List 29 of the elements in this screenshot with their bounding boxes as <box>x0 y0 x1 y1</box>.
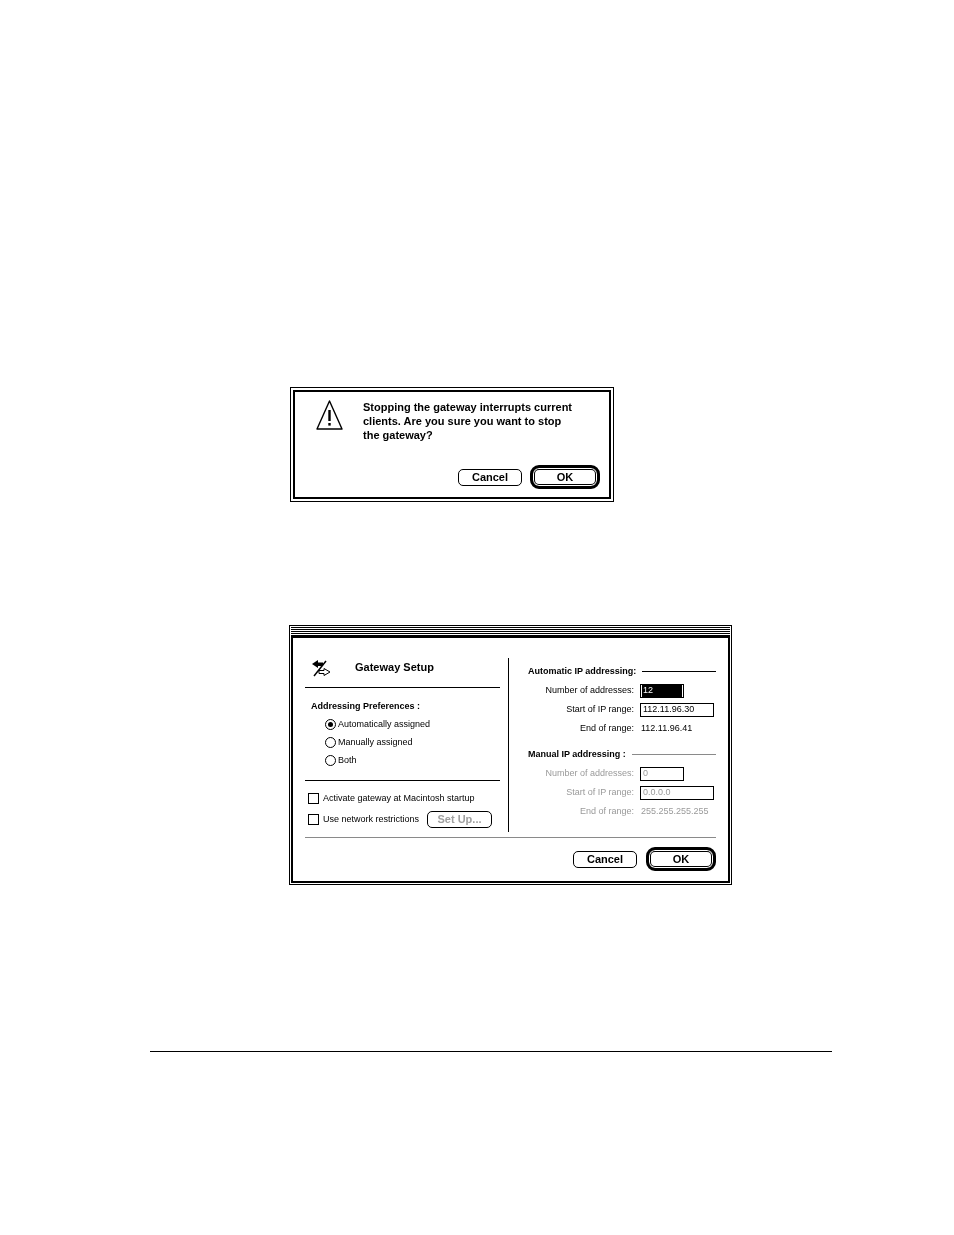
checkbox-label[interactable]: Use network restrictions <box>323 815 420 824</box>
ok-button[interactable]: OK <box>646 847 716 871</box>
field-label: Start of IP range: <box>566 705 634 714</box>
radio-button[interactable] <box>325 737 336 748</box>
arrows-icon <box>311 658 331 677</box>
checkbox[interactable] <box>308 793 319 804</box>
field-label: End of range: <box>579 807 634 816</box>
alert-message: Stopping the gateway interrupts current clients. Are you sure you want to stop the gateway? <box>363 400 574 442</box>
field-label: Start of IP range: <box>566 788 634 797</box>
dialog-title: Gateway Setup <box>355 662 434 673</box>
ok-button[interactable]: OK <box>530 465 600 489</box>
checkbox[interactable] <box>308 814 319 825</box>
section-heading: Manual IP addressing : <box>528 750 626 759</box>
field-label: End of range: <box>579 724 634 733</box>
cancel-button[interactable]: Cancel <box>458 468 522 486</box>
field-label: Number of addresses: <box>545 769 634 778</box>
text-field[interactable]: 112.11.96.30 <box>640 702 714 717</box>
field-value: 112.11.96.41 <box>640 724 693 733</box>
field-label: Number of addresses: <box>545 686 634 695</box>
radio-button[interactable] <box>325 719 336 730</box>
text-field[interactable]: 12 <box>640 683 684 698</box>
radio-label[interactable]: Automatically assigned <box>338 720 431 729</box>
radio-label[interactable]: Both <box>338 756 357 765</box>
checkbox-label[interactable]: Activate gateway at Macintosh startup <box>323 794 475 803</box>
radio-button[interactable] <box>325 755 336 766</box>
section-heading: Automatic IP addressing: <box>528 667 637 676</box>
cancel-button[interactable]: Cancel <box>573 850 637 868</box>
radio-label[interactable]: Manually assigned <box>338 738 413 747</box>
section-heading: Addressing Preferences : <box>311 701 422 712</box>
